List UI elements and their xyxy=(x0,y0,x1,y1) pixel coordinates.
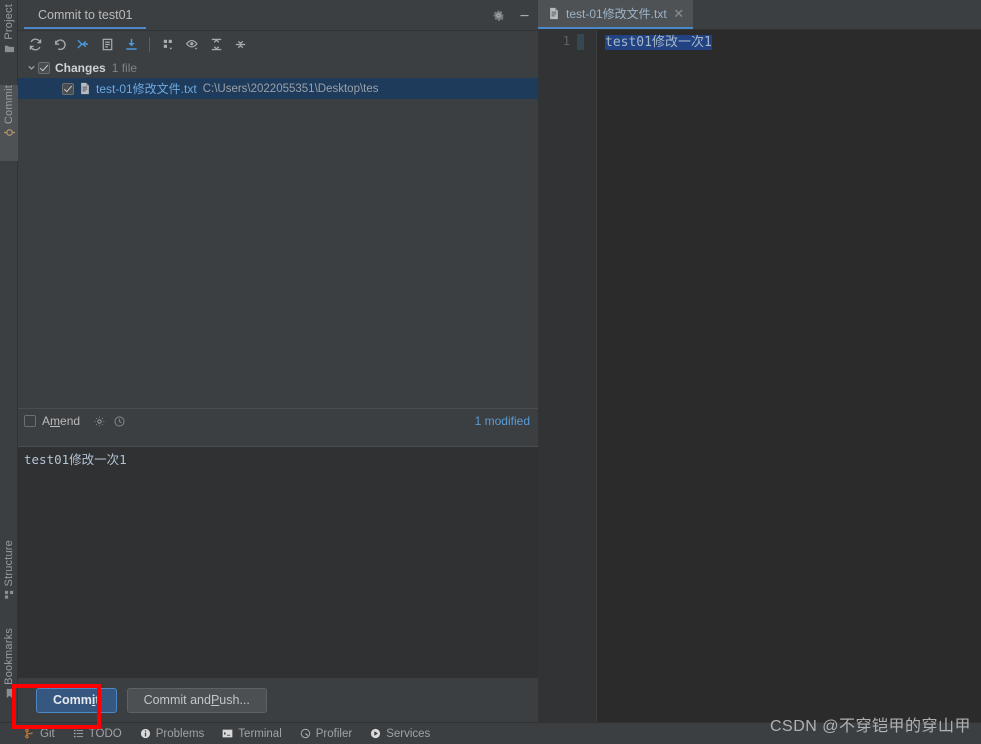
sidebar-item-project[interactable]: Project xyxy=(0,4,18,54)
structure-icon xyxy=(4,589,15,600)
file-path-label: C:\Users\2022055351\Desktop\tes xyxy=(202,82,379,95)
sidebar-item-commit[interactable]: Commit xyxy=(0,85,18,161)
changes-group-row[interactable]: Changes 1 file xyxy=(18,57,538,78)
status-item-git-label: Git xyxy=(40,727,55,740)
settings-icon[interactable] xyxy=(490,7,506,23)
commit-and-push-button[interactable]: Commit and Push... xyxy=(126,687,267,713)
commit-message-area[interactable]: test01修改一次1 xyxy=(18,446,538,678)
commit-tool-window: Commit to test01 Changes 1 file test-01修… xyxy=(18,0,538,722)
git-branch-icon xyxy=(24,728,35,739)
update-icon[interactable] xyxy=(120,33,142,55)
status-item-profiler[interactable]: Profiler xyxy=(300,728,352,740)
status-item-todo-label: TODO xyxy=(88,727,122,740)
status-item-profiler-label: Profiler xyxy=(315,727,353,740)
editor-change-markers[interactable] xyxy=(576,30,585,722)
file-name-label: test-01修改文件.txt xyxy=(96,82,197,96)
editor-tab-active[interactable]: test-01修改文件.txt ✕ xyxy=(538,0,693,29)
status-item-services[interactable]: Services xyxy=(370,728,430,740)
sidebar-item-bookmarks-label: Bookmarks xyxy=(3,628,15,685)
status-item-terminal-label: Terminal xyxy=(238,727,282,740)
editor-tab-title: test-01修改文件.txt xyxy=(566,7,667,21)
editor-text-content[interactable]: test01修改一次1 xyxy=(597,30,981,722)
profiler-icon xyxy=(300,728,311,739)
rollback-icon[interactable] xyxy=(48,33,70,55)
commit-history-clock-icon[interactable] xyxy=(110,412,128,430)
diff-icon[interactable] xyxy=(96,33,118,55)
status-item-terminal[interactable]: Terminal xyxy=(222,727,282,740)
editor-tab-bar: test-01修改文件.txt ✕ xyxy=(538,0,981,30)
commit-toolbar xyxy=(18,31,538,57)
toolbar-separator xyxy=(149,36,150,52)
amend-checkbox[interactable] xyxy=(24,415,36,427)
line-number: 1 xyxy=(562,34,570,48)
group-by-icon[interactable] xyxy=(157,33,179,55)
editor-area: test-01修改文件.txt ✕ 1 test01修改一次1 xyxy=(538,0,981,722)
todo-list-icon xyxy=(73,728,84,739)
amend-bar: Amend 1 modified xyxy=(18,408,538,433)
collapse-all-icon[interactable] xyxy=(229,33,251,55)
expand-all-icon[interactable] xyxy=(205,33,227,55)
left-tool-rail: Project Commit Structure Bookmarks xyxy=(0,0,18,744)
minimize-icon[interactable] xyxy=(516,7,532,23)
editor-line-numbers: 1 xyxy=(538,30,576,722)
status-item-problems[interactable]: Problems xyxy=(140,727,205,740)
commit-button[interactable]: Comm i t xyxy=(36,687,117,713)
sidebar-item-bookmarks[interactable]: Bookmarks xyxy=(0,628,18,699)
commit-panel-header-actions xyxy=(490,0,532,30)
sidebar-item-structure-label: Structure xyxy=(3,540,15,587)
modified-line-marker[interactable] xyxy=(577,34,584,50)
table-row[interactable]: test-01修改文件.txt C:\Users\2022055351\Desk… xyxy=(18,78,538,99)
tab-commit-to-branch[interactable]: Commit to test01 xyxy=(24,0,147,29)
folder-icon xyxy=(4,43,15,54)
changes-group-label: Changes xyxy=(55,60,106,75)
sidebar-item-structure[interactable]: Structure xyxy=(0,540,18,600)
close-icon[interactable]: ✕ xyxy=(673,7,685,20)
editor-fold-column[interactable] xyxy=(585,30,597,722)
status-bar: Git TODO Problems Terminal Profiler Serv… xyxy=(0,722,981,744)
editor-body[interactable]: 1 test01修改一次1 xyxy=(538,30,981,722)
preview-diff-icon[interactable] xyxy=(181,33,203,55)
modified-count-label: 1 modified xyxy=(474,414,530,428)
commit-icon xyxy=(3,127,15,138)
status-item-git[interactable]: Git xyxy=(24,728,55,740)
problems-icon xyxy=(140,728,151,739)
services-icon xyxy=(370,728,381,739)
commit-panel-header: Commit to test01 xyxy=(18,0,538,31)
changes-tree[interactable]: Changes 1 file test-01修改文件.txt C:\Users\… xyxy=(18,57,538,408)
commit-actions-bar: Comm i t Commit and Push... xyxy=(18,678,538,722)
status-item-todo[interactable]: TODO xyxy=(73,728,122,740)
commit-options-gear-icon[interactable] xyxy=(90,412,108,430)
changes-group-checkbox[interactable] xyxy=(38,61,50,74)
shelve-icon[interactable] xyxy=(72,33,94,55)
file-checkbox[interactable] xyxy=(62,82,74,95)
terminal-icon xyxy=(222,728,233,739)
changes-group-count: 1 file xyxy=(111,60,138,75)
refresh-icon[interactable] xyxy=(24,33,46,55)
text-file-icon xyxy=(548,7,560,20)
commit-message-input[interactable]: test01修改一次1 xyxy=(18,447,538,473)
status-item-services-label: Services xyxy=(386,727,431,740)
text-file-icon xyxy=(79,82,91,95)
selected-code-line[interactable]: test01修改一次1 xyxy=(605,35,712,50)
bookmark-icon xyxy=(4,688,15,699)
amend-label: Amend xyxy=(42,414,81,428)
ide-window: Project Commit Structure Bookmarks Commi… xyxy=(0,0,981,744)
status-item-problems-label: Problems xyxy=(155,727,205,740)
sidebar-item-project-label: Project xyxy=(3,4,15,40)
sidebar-item-commit-label: Commit xyxy=(3,85,15,125)
chevron-down-icon[interactable] xyxy=(24,61,38,75)
